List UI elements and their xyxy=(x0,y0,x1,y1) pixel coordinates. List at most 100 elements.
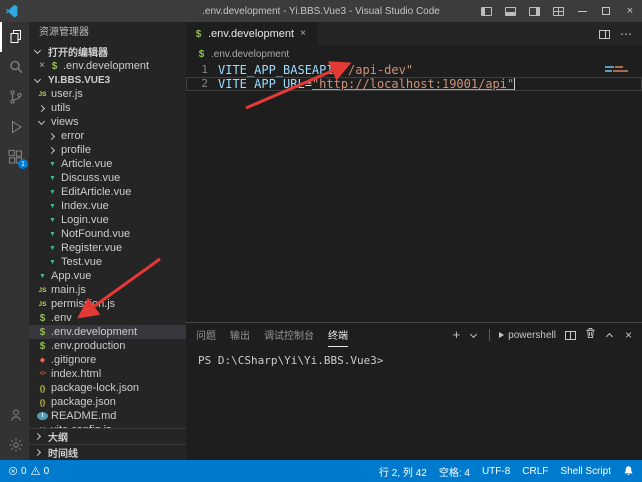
toggle-sidebar-icon[interactable] xyxy=(474,0,498,22)
tree-item-package-json[interactable]: package.json xyxy=(29,395,186,409)
vue-file-icon xyxy=(47,161,58,168)
customize-layout-icon[interactable] xyxy=(546,0,570,22)
tree-item-views[interactable]: views xyxy=(29,115,186,129)
tree-item-env-development[interactable]: .env.development xyxy=(29,325,186,339)
chevron-down-icon[interactable] xyxy=(470,330,477,337)
shell-name-label: powershell xyxy=(508,330,556,341)
tree-item-user-js[interactable]: user.js xyxy=(29,87,186,101)
tree-item-article-vue[interactable]: Article.vue xyxy=(29,157,186,171)
tree-item-index-html[interactable]: index.html xyxy=(29,367,186,381)
project-root-header[interactable]: YI.BBS.VUE3 xyxy=(29,73,186,87)
tree-item-readme-md[interactable]: README.md xyxy=(29,409,186,423)
search-icon xyxy=(8,59,24,75)
tree-item-label: Login.vue xyxy=(61,214,109,226)
tree-item-label: index.html xyxy=(51,368,101,380)
timeline-section-header[interactable]: 时间线 xyxy=(29,444,186,460)
sidebar-explorer: 资源管理器 打开的编辑器 × .env.development YI.BBS.V… xyxy=(29,22,186,460)
tab-terminal[interactable]: 终端 xyxy=(328,323,348,347)
activity-bar: 1 xyxy=(0,22,29,460)
code-editor[interactable]: 1 VITE_APP_BASEAPI = "/api-dev" 2 VITE_A… xyxy=(186,62,642,322)
activity-source-control-button[interactable] xyxy=(0,82,29,112)
breadcrumb[interactable]: .env.development xyxy=(186,46,642,62)
tree-item-utils[interactable]: utils xyxy=(29,101,186,115)
eol-sequence[interactable]: CRLF xyxy=(522,466,548,477)
tree-item-gitignore[interactable]: .gitignore xyxy=(29,353,186,367)
code-token-operator: = xyxy=(334,63,341,77)
tab-problems[interactable]: 问题 xyxy=(196,323,216,347)
warning-icon xyxy=(30,466,41,476)
text-cursor xyxy=(514,78,515,90)
chevron-down-icon xyxy=(34,75,41,82)
activity-search-button[interactable] xyxy=(0,52,29,82)
tree-item-profile[interactable]: profile xyxy=(29,143,186,157)
activity-explorer-button[interactable] xyxy=(0,22,29,52)
tree-item-env-production[interactable]: .env.production xyxy=(29,339,186,353)
tree-item-label: error xyxy=(61,130,84,142)
kill-terminal-icon[interactable] xyxy=(585,326,596,344)
open-editor-item[interactable]: × .env.development xyxy=(29,59,186,73)
code-token-string: "/api-dev" xyxy=(341,63,413,77)
tab-env-development[interactable]: .env.development × xyxy=(186,22,317,46)
problems-status[interactable]: 0 0 xyxy=(8,466,49,477)
language-mode[interactable]: Shell Script xyxy=(560,466,611,477)
split-editor-icon[interactable] xyxy=(599,30,610,39)
toggle-secondary-sidebar-icon[interactable] xyxy=(522,0,546,22)
maximize-panel-icon[interactable] xyxy=(606,333,613,340)
vue-file-icon xyxy=(47,245,58,252)
new-terminal-icon[interactable]: + xyxy=(453,330,461,340)
tree-item-error[interactable]: error xyxy=(29,129,186,143)
tab-output[interactable]: 输出 xyxy=(230,323,250,347)
tree-item-label: Test.vue xyxy=(61,256,102,268)
tree-item-index-vue[interactable]: Index.vue xyxy=(29,199,186,213)
terminal-shell-item[interactable]: powershell xyxy=(499,330,556,341)
tab-debug-console[interactable]: 调试控制台 xyxy=(264,323,314,347)
tree-item-discuss-vue[interactable]: Discuss.vue xyxy=(29,171,186,185)
indentation[interactable]: 空格: 4 xyxy=(439,464,470,479)
close-button[interactable]: × xyxy=(618,0,642,22)
tree-item-permission-js[interactable]: permission.js xyxy=(29,297,186,311)
outline-section-header[interactable]: 大纲 xyxy=(29,428,186,444)
more-actions-icon[interactable]: ⋯ xyxy=(620,29,632,39)
activity-extensions-button[interactable]: 1 xyxy=(0,142,29,172)
cursor-position[interactable]: 行 2, 列 42 xyxy=(379,464,427,479)
status-bar: 0 0 行 2, 列 42 空格: 4 UTF-8 CRLF Shell Scr… xyxy=(0,460,642,482)
tree-item-app-vue[interactable]: App.vue xyxy=(29,269,186,283)
settings-button[interactable] xyxy=(0,430,29,460)
close-tab-icon[interactable]: × xyxy=(298,29,308,39)
tree-item-login-vue[interactable]: Login.vue xyxy=(29,213,186,227)
split-terminal-icon[interactable] xyxy=(565,331,576,340)
chevron-right-icon xyxy=(34,433,41,440)
minimap[interactable] xyxy=(605,66,628,72)
tree-item-register-vue[interactable]: Register.vue xyxy=(29,241,186,255)
tree-item-label: App.vue xyxy=(51,270,91,282)
tab-label: .env.development xyxy=(208,28,294,40)
minimize-button[interactable] xyxy=(570,0,594,22)
vue-file-icon xyxy=(37,273,48,280)
close-icon[interactable]: × xyxy=(37,61,47,71)
restore-button[interactable] xyxy=(594,0,618,22)
md-file-icon xyxy=(37,412,48,420)
encoding[interactable]: UTF-8 xyxy=(482,466,510,477)
tree-item-editarticle-vue[interactable]: EditArticle.vue xyxy=(29,185,186,199)
tree-item-main-js[interactable]: main.js xyxy=(29,283,186,297)
terminal-output[interactable]: PS D:\CSharp\Yi\Yi.BBS.Vue3> xyxy=(186,347,642,460)
activity-run-debug-button[interactable] xyxy=(0,112,29,142)
account-icon xyxy=(8,407,24,423)
code-token-url-string[interactable]: "http://localhost:19001/api" xyxy=(312,77,514,91)
open-editors-header[interactable]: 打开的编辑器 xyxy=(29,44,186,59)
tree-item-package-lock-json[interactable]: package-lock.json xyxy=(29,381,186,395)
tree-item-notfound-vue[interactable]: NotFound.vue xyxy=(29,227,186,241)
tree-item-test-vue[interactable]: Test.vue xyxy=(29,255,186,269)
env-file-icon xyxy=(196,49,207,60)
chevron-right-icon xyxy=(38,104,45,111)
error-count: 0 xyxy=(21,466,27,477)
toggle-panel-icon[interactable] xyxy=(498,0,522,22)
tree-item-env[interactable]: .env xyxy=(29,311,186,325)
line-number: 2 xyxy=(186,77,208,91)
notifications-bell-icon[interactable] xyxy=(623,465,634,477)
tree-item-label: main.js xyxy=(51,284,86,296)
close-panel-icon[interactable]: × xyxy=(625,328,632,342)
terminal-shell-icon xyxy=(499,332,504,338)
account-button[interactable] xyxy=(0,400,29,430)
title-bar: .env.development - Yi.BBS.Vue3 - Visual … xyxy=(0,0,642,22)
